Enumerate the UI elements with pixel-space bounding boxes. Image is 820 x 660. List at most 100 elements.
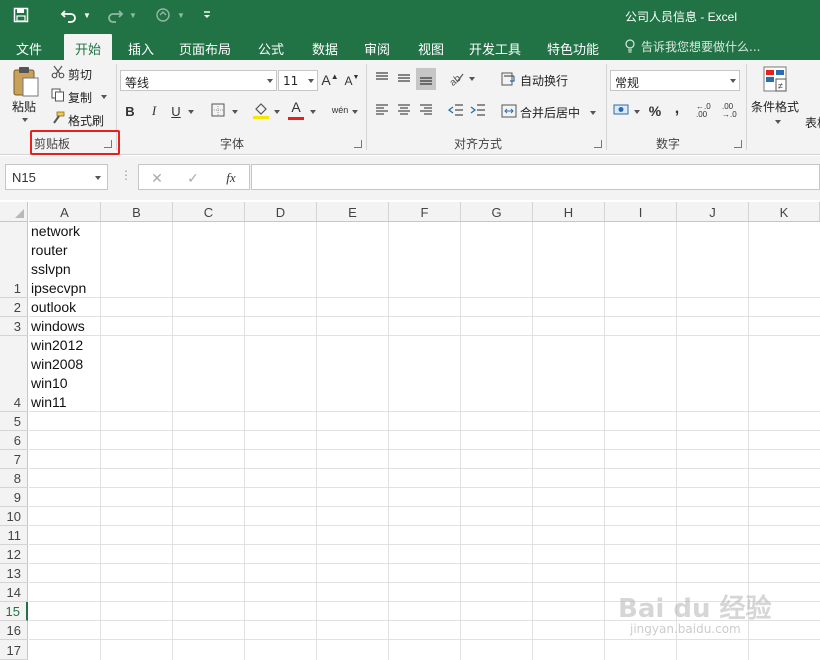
tab-review[interactable]: 审阅: [356, 34, 398, 60]
row-header-3[interactable]: 3: [0, 317, 28, 336]
column-header-a[interactable]: A: [29, 202, 101, 222]
font-name-dropdown[interactable]: 等线: [120, 70, 277, 91]
underline-button[interactable]: U: [168, 100, 184, 122]
italic-button[interactable]: I: [146, 100, 162, 122]
row-header-1[interactable]: 1: [0, 222, 28, 298]
cell-a4[interactable]: win2012 win2008 win10 win11: [31, 336, 83, 412]
cell-a2[interactable]: outlook: [31, 298, 76, 317]
font-size-dropdown[interactable]: 11: [278, 70, 318, 91]
number-format-dropdown[interactable]: 常规: [610, 70, 740, 91]
align-top-icon[interactable]: [372, 68, 392, 88]
undo-dropdown-icon[interactable]: ▼: [82, 4, 92, 26]
row-header-5[interactable]: 5: [0, 412, 28, 431]
align-bottom-icon[interactable]: [416, 68, 436, 90]
conditional-formatting-dropdown-icon[interactable]: [775, 120, 781, 124]
formula-input[interactable]: [251, 164, 820, 190]
cell-a3[interactable]: windows: [31, 317, 85, 336]
copy-button[interactable]: 复制: [68, 89, 92, 106]
alignment-launcher-icon[interactable]: [594, 140, 602, 148]
grow-font-icon[interactable]: A ▲: [321, 70, 338, 90]
column-header-j[interactable]: J: [677, 202, 749, 222]
format-painter-icon[interactable]: [50, 110, 66, 126]
accounting-dropdown-icon[interactable]: [634, 110, 640, 114]
tab-formulas[interactable]: 公式: [250, 34, 292, 60]
row-header-8[interactable]: 8: [0, 469, 28, 488]
underline-dropdown-icon[interactable]: [188, 110, 194, 114]
wrap-text-button[interactable]: 自动换行: [520, 72, 568, 89]
shrink-font-icon[interactable]: A ▼: [344, 72, 360, 90]
row-header-14[interactable]: 14: [0, 583, 28, 602]
tab-special-features[interactable]: 特色功能: [540, 34, 606, 60]
column-header-f[interactable]: F: [389, 202, 461, 222]
fill-color-icon[interactable]: [252, 100, 270, 120]
row-header-7[interactable]: 7: [0, 450, 28, 469]
copy-dropdown-icon[interactable]: [101, 95, 107, 99]
cut-button[interactable]: 剪切: [68, 66, 92, 83]
touch-mode-icon[interactable]: [150, 4, 176, 26]
decrease-indent-icon[interactable]: [446, 100, 466, 120]
row-header-17[interactable]: 17: [0, 640, 28, 660]
font-color-dropdown-icon[interactable]: [310, 110, 316, 114]
row-header-2[interactable]: 2: [0, 298, 28, 317]
orientation-dropdown-icon[interactable]: [469, 77, 475, 81]
align-center-icon[interactable]: [394, 100, 414, 120]
row-header-15[interactable]: 15: [0, 602, 28, 621]
save-icon[interactable]: [10, 4, 32, 26]
row-header-6[interactable]: 6: [0, 431, 28, 450]
redo-icon[interactable]: [104, 4, 126, 26]
align-middle-icon[interactable]: [394, 68, 414, 88]
font-launcher-icon[interactable]: [354, 140, 362, 148]
tell-me-search[interactable]: 告诉我您想要做什么...: [641, 38, 760, 55]
phonetic-guide-button[interactable]: wén: [330, 100, 350, 120]
borders-dropdown-icon[interactable]: [232, 110, 238, 114]
accounting-format-icon[interactable]: [612, 100, 632, 120]
decrease-decimal-button[interactable]: .00 →.0: [722, 102, 744, 120]
orientation-icon[interactable]: ab: [446, 68, 466, 88]
number-launcher-icon[interactable]: [734, 140, 742, 148]
bold-button[interactable]: B: [122, 100, 138, 122]
comma-style-button[interactable]: ,: [670, 98, 684, 120]
column-header-i[interactable]: I: [605, 202, 677, 222]
column-header-k[interactable]: K: [749, 202, 820, 222]
merge-center-button[interactable]: 合并后居中: [520, 104, 580, 121]
tab-file[interactable]: 文件: [8, 34, 50, 60]
paste-dropdown-icon[interactable]: [22, 118, 28, 122]
column-header-g[interactable]: G: [461, 202, 533, 222]
row-header-4[interactable]: 4: [0, 336, 28, 412]
insert-function-button[interactable]: fx: [219, 169, 243, 187]
touch-dropdown-icon[interactable]: ▼: [176, 4, 186, 26]
fill-color-dropdown-icon[interactable]: [274, 110, 280, 114]
tab-page-layout[interactable]: 页面布局: [172, 34, 238, 60]
align-left-icon[interactable]: [372, 100, 392, 120]
borders-icon[interactable]: [210, 102, 226, 118]
tab-data[interactable]: 数据: [304, 34, 346, 60]
format-as-table-button[interactable]: 表格: [805, 114, 820, 131]
undo-icon[interactable]: [58, 4, 80, 26]
merge-dropdown-icon[interactable]: [590, 111, 596, 115]
formula-bar-grip-icon[interactable]: ⋮: [120, 168, 132, 182]
font-color-button[interactable]: A: [288, 98, 304, 116]
tab-insert[interactable]: 插入: [120, 34, 162, 60]
conditional-formatting-icon[interactable]: ≠: [760, 64, 792, 96]
redo-dropdown-icon[interactable]: ▼: [128, 4, 138, 26]
cut-icon[interactable]: [50, 64, 66, 80]
column-header-h[interactable]: H: [533, 202, 605, 222]
row-header-12[interactable]: 12: [0, 545, 28, 564]
merge-center-icon[interactable]: [500, 102, 518, 120]
row-header-13[interactable]: 13: [0, 564, 28, 583]
column-header-d[interactable]: D: [245, 202, 317, 222]
wrap-text-icon[interactable]: [500, 70, 518, 88]
percent-style-button[interactable]: %: [646, 100, 664, 122]
column-header-c[interactable]: C: [173, 202, 245, 222]
column-header-b[interactable]: B: [101, 202, 173, 222]
increase-indent-icon[interactable]: [468, 100, 488, 120]
row-header-11[interactable]: 11: [0, 526, 28, 545]
customize-qat-icon[interactable]: [200, 4, 214, 26]
cell-a1[interactable]: network router sslvpn ipsecvpn: [31, 222, 86, 298]
paste-icon[interactable]: [10, 66, 42, 98]
format-painter-button[interactable]: 格式刷: [68, 112, 104, 129]
copy-icon[interactable]: [50, 87, 66, 103]
row-header-10[interactable]: 10: [0, 507, 28, 526]
select-all-button[interactable]: [0, 202, 28, 222]
tab-developer[interactable]: 开发工具: [462, 34, 528, 60]
